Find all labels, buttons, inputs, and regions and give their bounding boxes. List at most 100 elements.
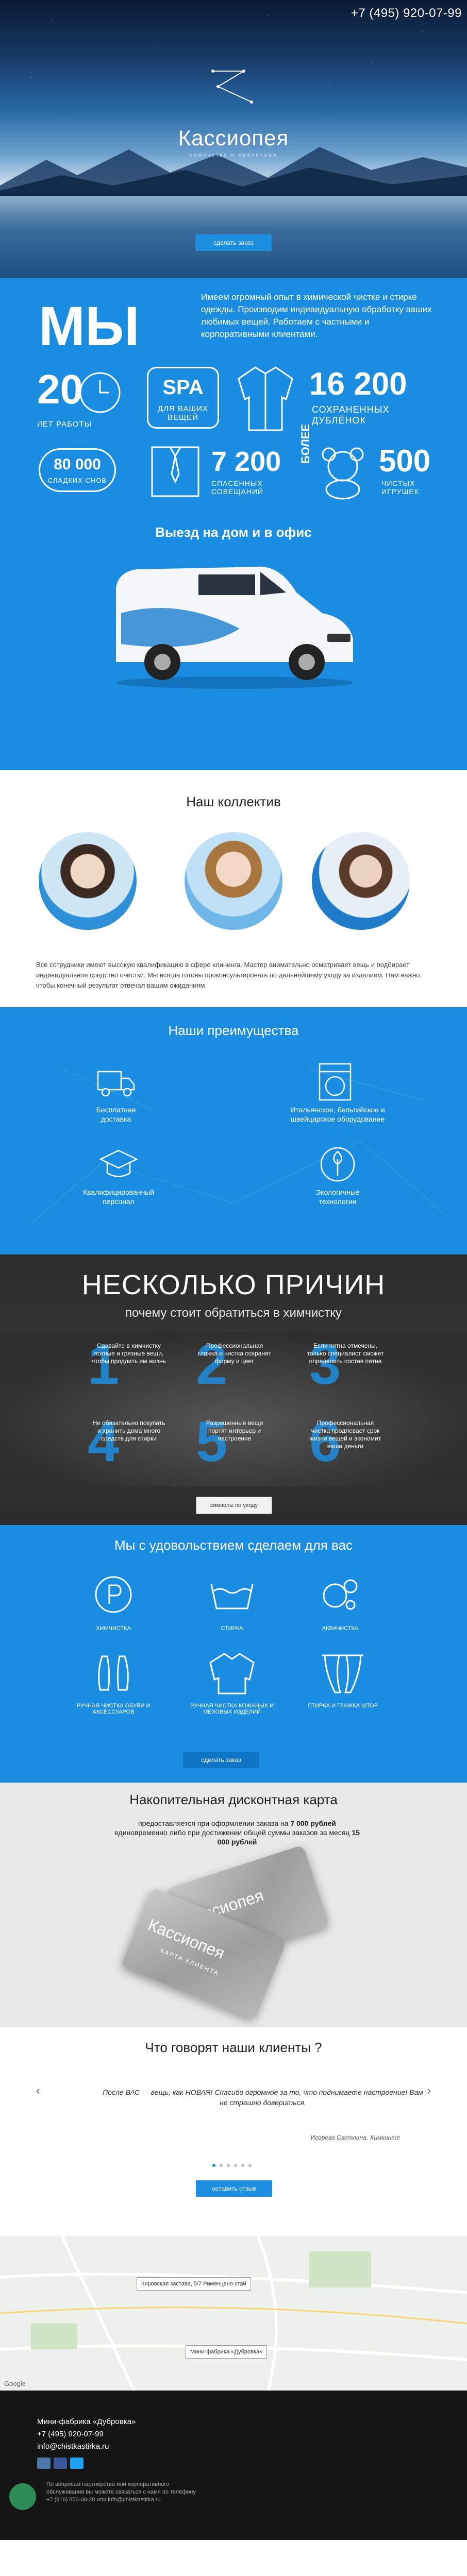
vk-icon[interactable] bbox=[37, 2458, 51, 2469]
twitter-icon[interactable] bbox=[70, 2458, 84, 2469]
stat-spa: SPA bbox=[162, 376, 204, 399]
network-background bbox=[30, 1069, 444, 1224]
delivery-van-image bbox=[116, 567, 353, 689]
shirt-tie-icon bbox=[151, 446, 199, 497]
reason-4-text: Не обязательно покупать и хранить дома м… bbox=[92, 1419, 165, 1442]
team-photo-1 bbox=[39, 832, 137, 930]
google-logo: Google bbox=[4, 2380, 26, 2387]
slider-dot-6[interactable] bbox=[248, 2164, 252, 2167]
review-author: Игорева Светлана, Химкинте bbox=[310, 2134, 400, 2141]
discount-card-section: Накопительная дисконтная карта предостав… bbox=[0, 1783, 467, 2027]
facebook-icon[interactable] bbox=[54, 2458, 67, 2469]
stat-years-number: 20 bbox=[37, 366, 83, 412]
reviews-section: Что говорят наши клиенты ? ‹ › После ВАС… bbox=[0, 2027, 467, 2236]
service-aqua-clean: АКВАЧИСТКА bbox=[322, 1625, 359, 1632]
advantage-equipment: Итальянское, бельгийское и швейцарское о… bbox=[290, 1106, 385, 1123]
advantages-title: Наши преимущества bbox=[168, 1023, 299, 1038]
leather-jacket-icon bbox=[209, 1653, 255, 1694]
stat-toys-number: 500 bbox=[379, 444, 431, 478]
about-section: МЫ Имеем огромный опыт в химической чист… bbox=[0, 278, 467, 770]
washing-machine-icon bbox=[319, 1063, 352, 1101]
chat-widget-icon[interactable] bbox=[9, 2483, 36, 2510]
water-bubbles-icon bbox=[323, 1579, 358, 1610]
advantage-delivery: Бесплатная доставка bbox=[96, 1106, 136, 1123]
advantages-section: Наши преимущества Бесплатная доставка Ит… bbox=[0, 1007, 467, 1255]
service-curtains: СТИРКА И ГЛАЖКА ШТОР bbox=[307, 1703, 378, 1709]
about-text: Имеем огромный опыт в химической чистке … bbox=[201, 292, 432, 339]
stat-meetings-label: СПАСЕННЫХ СОВЕЩАНИЙ bbox=[211, 479, 264, 496]
reason-6-text: Профессиональная чистка продлевает срок … bbox=[309, 1419, 381, 1450]
order-button[interactable]: сделать заказ bbox=[195, 234, 272, 251]
shoes-icon bbox=[98, 1655, 129, 1691]
footer-address: Мини-фабрика «Дубровка» bbox=[37, 2417, 136, 2426]
team-photo-2 bbox=[185, 832, 282, 930]
clock-icon bbox=[79, 372, 121, 413]
about-title: МЫ bbox=[39, 295, 140, 357]
reasons-section: НЕСКОЛЬКО ПРИЧИН почему стоит обратиться… bbox=[0, 1255, 467, 1525]
prev-arrow-icon[interactable]: ‹ bbox=[36, 2084, 40, 2097]
services-section: Мы с удовольствием сделаем для вас ХИМЧИ… bbox=[0, 1525, 467, 1783]
coat-icon bbox=[238, 366, 293, 431]
advantage-eco: Экологичные технологии bbox=[315, 1188, 360, 1206]
services-title: Мы с удовольствием сделаем для вас bbox=[114, 1537, 353, 1553]
reasons-subtitle: почему стоит обратиться в химчистку bbox=[125, 1306, 342, 1320]
map-pin-1[interactable]: Кировская застава, 5/7 Рименцено стай bbox=[137, 2277, 251, 2291]
dry-clean-icon bbox=[95, 1576, 132, 1613]
footer-email[interactable]: info@chistkastirka.ru bbox=[37, 2442, 109, 2451]
stat-more-word: БОЛЕЕ bbox=[299, 423, 312, 464]
team-section: Наш коллектив Все сотрудники имеют высок… bbox=[0, 770, 467, 1007]
map-section[interactable]: Кировская застава, 5/7 Рименцено стай Ми… bbox=[0, 2236, 467, 2391]
service-shoe-clean: РУЧНАЯ ЧИСТКА ОБУВИ И АКСЕССУАРОВ bbox=[76, 1703, 151, 1715]
hero-section: +7 (495) 920-07-99 Кассиопея химчистка и… bbox=[0, 0, 467, 278]
map-roads bbox=[0, 2236, 467, 2391]
advantage-staff: Квалифицированный персонал bbox=[82, 1188, 155, 1206]
map-pin-2[interactable]: Мини-фабрика «Дубровка» bbox=[186, 2345, 268, 2359]
reasons-title: НЕСКОЛЬКО ПРИЧИН bbox=[81, 1269, 386, 1300]
slider-dot-1[interactable] bbox=[212, 2164, 215, 2167]
brand-name: Кассиопея bbox=[178, 126, 289, 150]
team-title: Наш коллектив bbox=[186, 794, 281, 809]
footer-phone[interactable]: +7 (495) 920-07-99 bbox=[37, 2430, 104, 2438]
reason-2-text: Профессиональная глажка и чистка сохраня… bbox=[198, 1342, 271, 1365]
delivery-truck-icon bbox=[97, 1071, 135, 1097]
review-quote: После ВАС — вещь, как НОВАЯ! Спасибо огр… bbox=[103, 2088, 423, 2107]
team-text: Все сотрудники имеют высокую квалификаци… bbox=[36, 961, 422, 989]
slider-dot-4[interactable] bbox=[234, 2164, 237, 2167]
stat-sleep-number: 80 000 bbox=[54, 456, 101, 473]
wash-tub-icon bbox=[210, 1584, 254, 1609]
reason-1-text: Сдавайте в химчистку потные и грязные ве… bbox=[92, 1342, 166, 1365]
service-leather-clean: РУЧНАЯ ЧИСТКА КОЖАНЫХ И МЕХОВЫХ ИЗДЕЛИЙ bbox=[190, 1703, 274, 1715]
card-text: предоставляется при оформлении заказа на… bbox=[114, 1819, 360, 1846]
curtains-icon bbox=[322, 1654, 363, 1693]
reason-3-text: Если пятна отмечены, только специалист с… bbox=[307, 1342, 384, 1365]
service-washing: СТИРКА bbox=[221, 1625, 243, 1632]
stat-years-label: ЛЕТ РАБОТЫ bbox=[37, 420, 92, 429]
delivery-title: Выезд на дом и в офис bbox=[155, 524, 312, 540]
leaf-icon bbox=[320, 1147, 355, 1182]
order-button-2[interactable]: сделать заказ bbox=[183, 1752, 259, 1768]
care-symbols-button[interactable]: символы по уходу bbox=[196, 1497, 272, 1514]
reviews-title: Что говорят наши клиенты ? bbox=[145, 2040, 322, 2055]
card-title: Накопительная дисконтная карта bbox=[129, 1792, 338, 1807]
graduation-cap-icon bbox=[99, 1149, 138, 1177]
stat-spa-label: ДЛЯ ВАШИХ ВЕЩЕЙ bbox=[157, 404, 209, 422]
constellation-logo-icon bbox=[211, 70, 253, 104]
slider-dot-3[interactable] bbox=[227, 2164, 230, 2167]
reason-5-text: Разрешенные вещи портят интерьер и настр… bbox=[206, 1419, 263, 1442]
stat-sleep-label: СЛАДКИХ СНОВ bbox=[47, 477, 107, 484]
footer-note: По вопросам партнёрства или корпоративно… bbox=[46, 2481, 196, 2503]
footer: Мини-фабрика «Дубровка» +7 (495) 920-07-… bbox=[0, 2391, 467, 2540]
card-brand-front: Кассиопея bbox=[145, 1915, 228, 1963]
stat-coats-label: СОХРАНЕННЫХ ДУБЛЁНОК bbox=[312, 404, 390, 426]
brand-subtitle: химчистка и прачечная bbox=[189, 152, 278, 158]
leave-review-button[interactable]: оставить отзыв bbox=[196, 2180, 272, 2197]
service-dry-clean: ХИМЧИСТКА bbox=[96, 1625, 131, 1632]
team-photo-3 bbox=[312, 832, 410, 930]
stat-toys-label: ЧИСТЫХ ИГРУШЕК bbox=[381, 479, 419, 496]
slider-dot-5[interactable] bbox=[241, 2164, 244, 2167]
teddy-bear-icon bbox=[322, 447, 364, 500]
stat-meetings-number: 7 200 bbox=[211, 446, 281, 477]
stat-coats-number: 16 200 bbox=[309, 366, 407, 402]
slider-dot-2[interactable] bbox=[220, 2164, 223, 2167]
header-phone[interactable]: +7 (495) 920-07-99 bbox=[351, 6, 462, 21]
